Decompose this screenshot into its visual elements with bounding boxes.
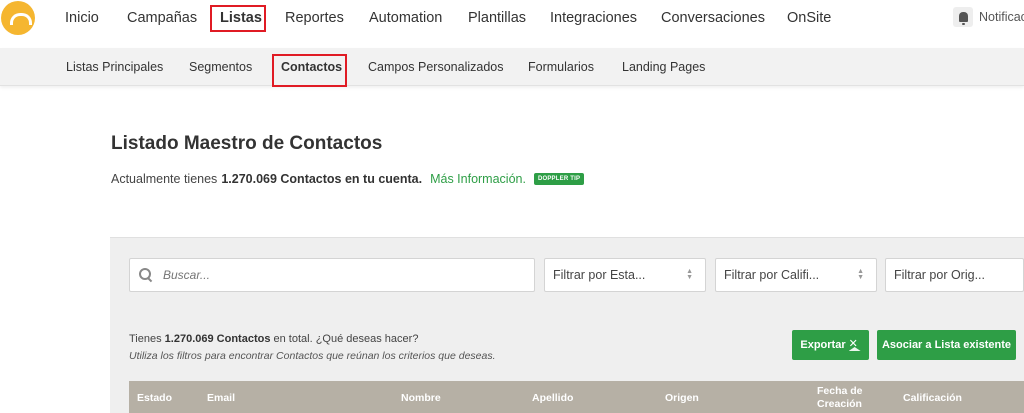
subnav-item-landing-pages[interactable]: Landing Pages: [622, 60, 705, 75]
nav-item-inicio[interactable]: Inicio: [65, 9, 99, 27]
summary-count: 1.270.069 Contactos: [164, 333, 271, 345]
contacts-hint: Utiliza los filtros para encontrar Conta…: [129, 350, 496, 362]
subtitle-count: 1.270.069 Contactos en tu cuenta.: [221, 172, 423, 186]
export-button[interactable]: Exportar: [792, 330, 869, 360]
sub-navigation: Listas Principales Segmentos Contactos C…: [0, 48, 1024, 87]
nav-item-onsite[interactable]: OnSite: [787, 9, 831, 27]
nav-item-campanas[interactable]: Campañas: [127, 9, 197, 27]
column-header-estado[interactable]: Estado: [137, 392, 172, 405]
subnav-item-formularios[interactable]: Formularios: [528, 60, 594, 75]
search-input[interactable]: [163, 268, 523, 282]
filter-origin-select[interactable]: Filtrar por Orig...: [885, 258, 1024, 292]
subnav-item-segmentos[interactable]: Segmentos: [189, 60, 252, 75]
search-box[interactable]: [129, 258, 535, 292]
nav-item-reportes[interactable]: Reportes: [285, 9, 344, 27]
doppler-tip-badge[interactable]: DOPPLER TIP: [533, 173, 585, 185]
export-button-label: Exportar: [800, 339, 846, 351]
column-header-origen[interactable]: Origen: [665, 392, 699, 405]
contacts-summary: Tienes 1.270.069 Contactos en total. ¿Qu…: [129, 333, 418, 345]
subtitle-prefix: Actualmente tienes: [111, 172, 218, 186]
highlight-box-contactos: [272, 54, 347, 87]
table-header: Estado Email Nombre Apellido Origen Fech…: [129, 381, 1024, 413]
filter-status-value: Filtrar por Esta...: [553, 268, 646, 282]
subnav-item-listas-principales[interactable]: Listas Principales: [66, 60, 163, 75]
contacts-panel: Filtrar por Esta... ▲▼ Filtrar por Calif…: [110, 237, 1024, 413]
summary-prefix: Tienes: [129, 333, 162, 345]
filter-status-select[interactable]: Filtrar por Esta... ▲ ▼: [544, 258, 706, 292]
excel-icon: [849, 337, 861, 351]
page-subtitle: Actualmente tienes 1.270.069 Contactos e…: [111, 172, 585, 186]
page-title: Listado Maestro de Contactos: [111, 133, 383, 154]
column-header-nombre[interactable]: Nombre: [401, 392, 441, 405]
nav-item-integraciones[interactable]: Integraciones: [550, 9, 637, 27]
filter-rating-select[interactable]: Filtrar por Califi... ▲ ▼: [715, 258, 877, 292]
notifications[interactable]: Notificac: [953, 7, 1024, 27]
filter-rating-value: Filtrar por Califi...: [724, 268, 820, 282]
nav-item-automation[interactable]: Automation: [369, 9, 442, 27]
bell-icon[interactable]: [953, 7, 973, 27]
column-header-fecha-creacion[interactable]: Fecha de Creación: [817, 385, 863, 411]
subnav-item-campos-personalizados[interactable]: Campos Personalizados: [368, 60, 504, 75]
more-info-link[interactable]: Más Información.: [430, 172, 526, 186]
filter-origin-value: Filtrar por Orig...: [894, 268, 985, 282]
column-header-apellido[interactable]: Apellido: [532, 392, 573, 405]
column-header-creacion: Creación: [817, 398, 862, 410]
top-navigation: Inicio Campañas Listas Reportes Automati…: [0, 0, 1024, 48]
assign-to-list-button[interactable]: Asociar a Lista existente: [877, 330, 1016, 360]
chevron-updown-icon: ▲ ▼: [686, 268, 693, 281]
column-header-fecha: Fecha de: [817, 385, 863, 397]
notifications-label[interactable]: Notificac: [979, 10, 1024, 24]
logo-icon[interactable]: [1, 1, 35, 35]
summary-suffix: en total. ¿Qué deseas hacer?: [273, 333, 419, 345]
chevron-updown-icon: ▲ ▼: [857, 268, 864, 281]
column-header-calificacion[interactable]: Calificación: [903, 392, 962, 405]
highlight-box-listas: [210, 5, 266, 32]
nav-item-conversaciones[interactable]: Conversaciones: [661, 9, 765, 27]
nav-item-plantillas[interactable]: Plantillas: [468, 9, 526, 27]
search-icon: [139, 268, 153, 282]
column-header-email[interactable]: Email: [207, 392, 235, 405]
